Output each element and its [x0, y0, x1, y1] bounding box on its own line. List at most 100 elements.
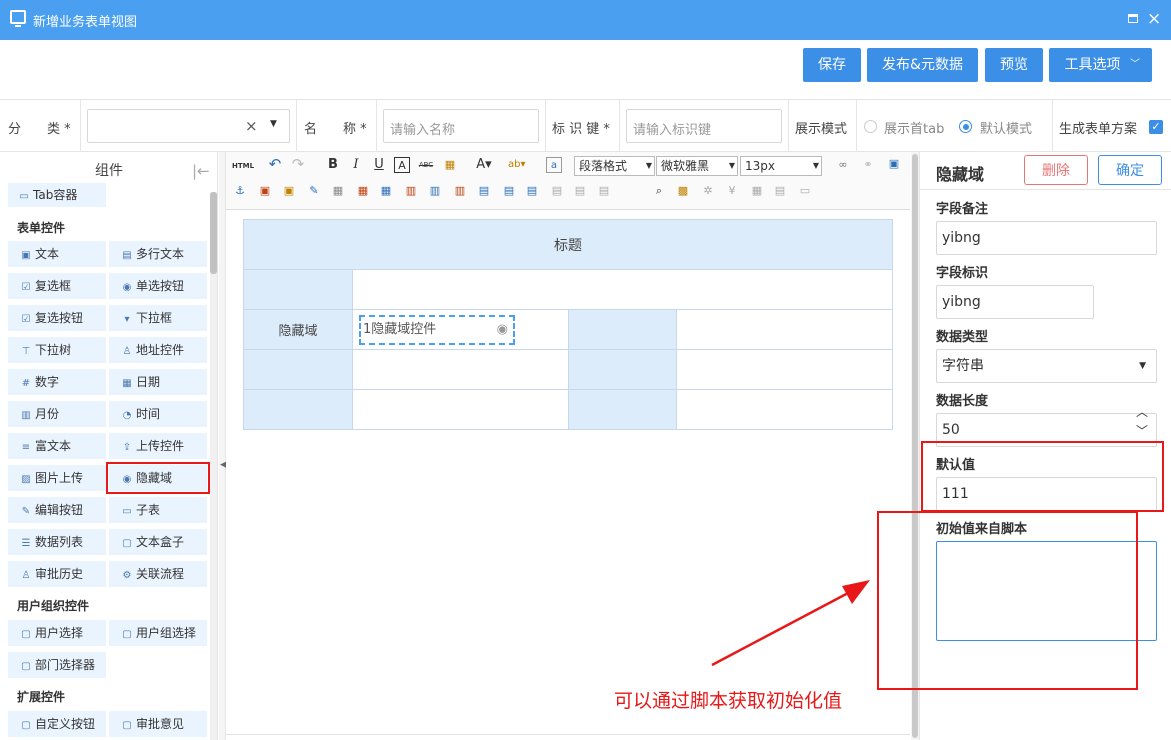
- search-icon[interactable]: ⌕: [651, 183, 667, 199]
- money-icon[interactable]: ¥: [724, 183, 740, 199]
- anchor-icon[interactable]: ⚓: [232, 183, 248, 199]
- panel-splitter[interactable]: ◀: [219, 152, 227, 740]
- component-item[interactable]: ◉ 隐藏域: [106, 462, 210, 494]
- stepper-down-icon[interactable]: ﹀: [1136, 424, 1148, 438]
- field-key-input[interactable]: yibng: [936, 285, 1094, 319]
- tools-dropdown-button[interactable]: 工具选项 ﹀: [1049, 48, 1152, 82]
- table-cell[interactable]: [243, 389, 353, 430]
- component-item[interactable]: ▭ 子表: [109, 497, 207, 523]
- component-item[interactable]: ◔ 时间: [109, 401, 207, 427]
- clear-icon[interactable]: ×: [245, 117, 258, 135]
- split-icon[interactable]: ▥: [452, 183, 468, 199]
- component-item[interactable]: ▾ 下拉框: [109, 305, 207, 331]
- component-item[interactable]: ▦ 日期: [109, 369, 207, 395]
- component-item[interactable]: ▣ 文本: [8, 241, 106, 267]
- table-cell[interactable]: [352, 349, 569, 390]
- font-color-icon[interactable]: A▾: [476, 157, 492, 173]
- date-icon[interactable]: ▦: [749, 183, 765, 199]
- strikethrough-icon[interactable]: ABC: [418, 157, 434, 173]
- delete-row-icon[interactable]: ▤: [476, 183, 492, 199]
- table-props-icon[interactable]: ▦: [355, 183, 371, 199]
- component-item[interactable]: ◉ 单选按钮: [109, 273, 207, 299]
- component-item[interactable]: ▢ 自定义按钮: [8, 711, 106, 737]
- table-cell[interactable]: [352, 269, 893, 310]
- fullscreen-icon[interactable]: ▣: [886, 156, 902, 172]
- stepper-up-icon[interactable]: ︿: [1136, 405, 1148, 419]
- hidden-field-control[interactable]: 1隐藏域控件 ◉: [359, 314, 515, 345]
- delete-button[interactable]: 删除: [1024, 155, 1088, 185]
- maximize-icon[interactable]: [1128, 14, 1138, 23]
- table-cell[interactable]: [568, 349, 677, 390]
- underline-icon[interactable]: U: [371, 157, 387, 173]
- insert-col-icon[interactable]: ▥: [403, 183, 419, 199]
- save-button[interactable]: 保存: [803, 48, 861, 82]
- component-item[interactable]: ♙ 地址控件: [109, 337, 207, 363]
- italic-icon[interactable]: I: [348, 157, 364, 173]
- table-cell[interactable]: [243, 349, 353, 390]
- font-size-select[interactable]: 13px ▼: [740, 156, 822, 176]
- merge-cells-icon[interactable]: ▤: [524, 183, 540, 199]
- key-input[interactable]: 请输入标识键: [626, 109, 782, 143]
- component-item[interactable]: ▢ 用户选择: [8, 620, 106, 646]
- component-tab-container[interactable]: ▭ Tab容器: [8, 183, 106, 207]
- format-icon[interactable]: a: [546, 157, 562, 173]
- confirm-button[interactable]: 确定: [1098, 155, 1162, 185]
- name-input[interactable]: 请输入名称: [383, 109, 539, 143]
- table-cell[interactable]: [676, 349, 893, 390]
- collapse-left-icon[interactable]: |←: [192, 162, 210, 180]
- merge-icon[interactable]: ▥: [427, 183, 443, 199]
- category-select[interactable]: × ▼: [87, 109, 290, 143]
- component-item[interactable]: ☰ 数据列表: [8, 529, 106, 555]
- hidden-field-control-cell[interactable]: 1隐藏域控件 ◉: [352, 309, 569, 350]
- table-cell[interactable]: [243, 269, 353, 310]
- font-border-icon[interactable]: A: [394, 157, 410, 173]
- component-item[interactable]: ▤ 多行文本: [109, 241, 207, 267]
- component-item[interactable]: ⊤ 下拉树: [8, 337, 106, 363]
- table-title-cell[interactable]: 标题: [243, 219, 893, 270]
- data-type-select[interactable]: 字符串 ▼: [936, 349, 1157, 383]
- template-icon[interactable]: ▩: [675, 183, 691, 199]
- image-gallery-icon[interactable]: ▣: [281, 183, 297, 199]
- component-item[interactable]: ▥ 月份: [8, 401, 106, 427]
- delete-col-icon[interactable]: ▤: [501, 183, 517, 199]
- component-item[interactable]: ▢ 审批意见: [109, 711, 207, 737]
- close-icon[interactable]: ×: [1147, 9, 1161, 29]
- paste-icon[interactable]: ▦: [442, 157, 458, 173]
- component-item[interactable]: ⇪ 上传控件: [109, 433, 207, 459]
- bold-icon[interactable]: B: [325, 157, 341, 173]
- split-col-icon[interactable]: ▤: [596, 183, 612, 199]
- component-item[interactable]: ▢ 文本盒子: [109, 529, 207, 555]
- print-icon[interactable]: ▤: [772, 183, 788, 199]
- component-item[interactable]: ⚙ 关联流程: [109, 561, 207, 587]
- component-item[interactable]: ♙ 审批历史: [8, 561, 106, 587]
- split-cells-icon[interactable]: ▤: [549, 183, 565, 199]
- component-item[interactable]: ☑ 复选按钮: [8, 305, 106, 331]
- settings-icon[interactable]: ✲: [700, 183, 716, 199]
- component-item[interactable]: ✎ 编辑按钮: [8, 497, 106, 523]
- component-item[interactable]: ▢ 部门选择器: [8, 652, 106, 678]
- left-scrollbar[interactable]: [210, 192, 217, 740]
- table-cell[interactable]: [676, 389, 893, 430]
- field-remark-input[interactable]: yibng: [936, 221, 1157, 255]
- table-cell[interactable]: [568, 309, 677, 350]
- hidden-field-label-cell[interactable]: 隐藏域: [243, 309, 353, 350]
- component-item[interactable]: ▨ 图片上传: [8, 465, 106, 491]
- unlink-icon[interactable]: ⚭: [860, 157, 876, 173]
- component-item[interactable]: ≡ 富文本: [8, 433, 106, 459]
- undo-icon[interactable]: ↶: [267, 156, 283, 172]
- scroll-thumb[interactable]: [210, 192, 217, 274]
- image-insert-icon[interactable]: ▣: [257, 183, 273, 199]
- redo-icon[interactable]: ↷: [290, 156, 306, 172]
- publish-button[interactable]: 发布&元数据: [867, 48, 978, 82]
- brush-icon[interactable]: ✎: [306, 183, 322, 199]
- insert-row-icon[interactable]: ▦: [378, 183, 394, 199]
- component-item[interactable]: # 数字: [8, 369, 106, 395]
- html-source-icon[interactable]: HTML: [232, 158, 254, 174]
- preview-icon[interactable]: ▭: [797, 183, 813, 199]
- paragraph-format-select[interactable]: 段落格式 ▼: [574, 156, 655, 176]
- highlight-icon[interactable]: ab▾: [508, 157, 526, 173]
- font-family-select[interactable]: 微软雅黑 ▼: [656, 156, 738, 176]
- split-row-icon[interactable]: ▤: [572, 183, 588, 199]
- preview-button[interactable]: 预览: [985, 48, 1043, 82]
- table-insert-icon[interactable]: ▦: [330, 183, 346, 199]
